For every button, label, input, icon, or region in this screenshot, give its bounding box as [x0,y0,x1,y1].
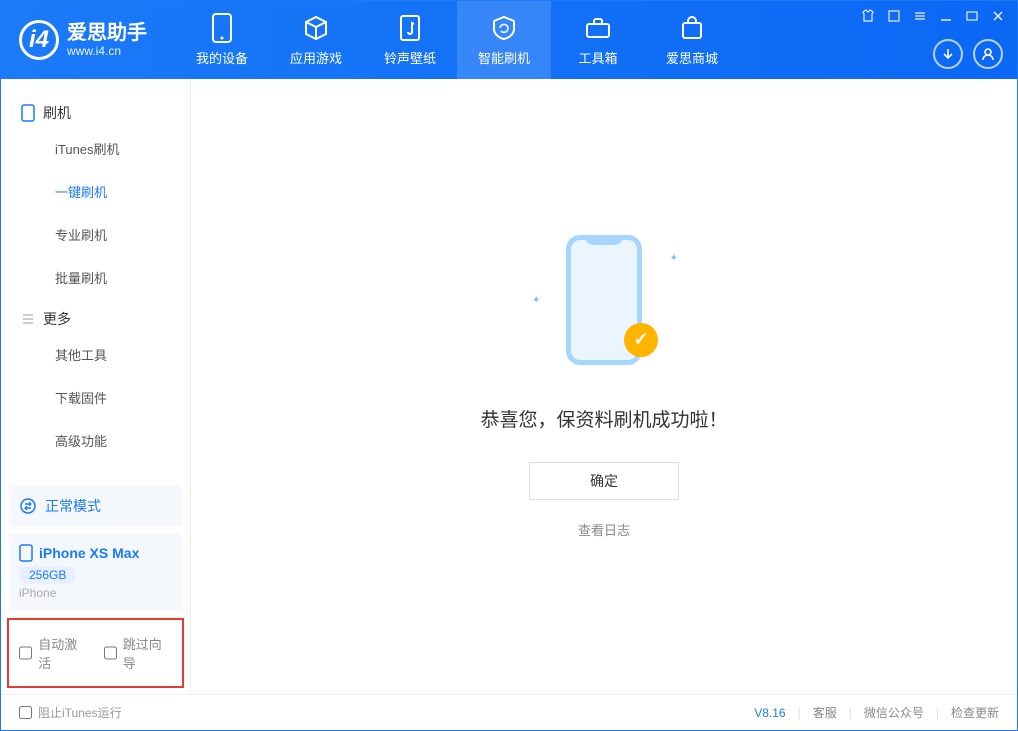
nav-smart-flash[interactable]: 智能刷机 [457,1,551,79]
shield-refresh-icon [490,14,518,42]
checkbox-input[interactable] [19,706,32,719]
nav-label: 爱思商城 [666,48,718,67]
device-icon [208,14,236,42]
app-name-en: www.i4.cn [67,44,147,58]
sidebar-group-more: 更多 [1,299,190,333]
brackets-icon[interactable] [885,7,903,25]
shirt-icon[interactable] [859,7,877,25]
separator: | [936,706,939,720]
nav-label: 工具箱 [578,48,617,67]
logo-text: 爱思助手 www.i4.cn [67,22,147,58]
sidebar-item-download-firmware[interactable]: 下载固件 [1,376,190,419]
ok-button[interactable]: 确定 [529,462,679,500]
mode-indicator[interactable]: 正常模式 [9,486,182,526]
status-bar: 阻止iTunes运行 V8.16 | 客服 | 微信公众号 | 检查更新 [1,694,1017,730]
separator: | [849,706,852,720]
logo-icon: i4 [19,20,59,60]
checkbox-input[interactable] [104,646,117,660]
download-button[interactable] [933,39,963,69]
header-actions [933,39,1003,69]
nav-label: 铃声壁纸 [384,48,436,67]
checkbox-label: 跳过向导 [123,634,172,672]
nav-apps-games[interactable]: 应用游戏 [269,1,363,79]
cube-icon [302,14,330,42]
user-button[interactable] [973,39,1003,69]
swap-icon [19,497,37,515]
window-controls [859,7,1007,25]
phone-icon [21,104,35,122]
nav-label: 智能刷机 [478,48,530,67]
device-type: iPhone [19,586,172,600]
app-logo: i4 爱思助手 www.i4.cn [1,20,165,60]
device-name: iPhone XS Max [39,545,139,561]
main-nav: 我的设备 应用游戏 铃声壁纸 智能刷机 工具箱 [175,1,739,79]
toolbox-icon [584,14,612,42]
maximize-icon[interactable] [963,7,981,25]
nav-ringtones-wallpapers[interactable]: 铃声壁纸 [363,1,457,79]
checkbox-label: 阻止iTunes运行 [38,704,122,721]
nav-toolbox[interactable]: 工具箱 [551,1,645,79]
checkbox-label: 自动激活 [38,634,87,672]
close-icon[interactable] [989,7,1007,25]
device-card[interactable]: iPhone XS Max 256GB iPhone [9,534,182,610]
nav-my-device[interactable]: 我的设备 [175,1,269,79]
sparkle-icon: ✦ [532,295,540,306]
wechat-link[interactable]: 微信公众号 [864,704,924,721]
nav-store[interactable]: 爱思商城 [645,1,739,79]
view-log-link[interactable]: 查看日志 [578,520,630,539]
check-update-link[interactable]: 检查更新 [951,704,999,721]
music-file-icon [396,14,424,42]
main-content: ✦ ✦ ✓ 恭喜您，保资料刷机成功啦！ 确定 查看日志 [191,79,1017,694]
nav-label: 应用游戏 [290,48,342,67]
bag-icon [678,14,706,42]
success-illustration: ✦ ✦ ✓ [554,235,654,375]
sidebar-item-itunes-flash[interactable]: iTunes刷机 [1,127,190,170]
version-label: V8.16 [754,706,785,720]
device-capacity: 256GB [19,566,76,584]
separator: | [798,706,801,720]
sidebar-item-oneclick-flash[interactable]: 一键刷机 [1,170,190,213]
sidebar-item-other-tools[interactable]: 其他工具 [1,333,190,376]
highlighted-options: 自动激活 跳过向导 [7,618,184,688]
app-body: 刷机 iTunes刷机 一键刷机 专业刷机 批量刷机 更多 其他工具 下载固件 … [1,79,1017,694]
mode-label: 正常模式 [45,496,101,516]
sidebar: 刷机 iTunes刷机 一键刷机 专业刷机 批量刷机 更多 其他工具 下载固件 … [1,79,191,694]
sidebar-group-flash: 刷机 [1,93,190,127]
skip-guide-checkbox[interactable]: 跳过向导 [104,634,173,672]
check-icon: ✓ [624,323,658,357]
phone-icon [19,544,33,562]
app-name-cn: 爱思助手 [67,22,147,44]
checkbox-input[interactable] [19,646,32,660]
group-label: 刷机 [43,103,71,123]
nav-label: 我的设备 [196,48,248,67]
sidebar-item-batch-flash[interactable]: 批量刷机 [1,256,190,299]
auto-activate-checkbox[interactable]: 自动激活 [19,634,88,672]
title-bar: i4 爱思助手 www.i4.cn 我的设备 应用游戏 铃声壁纸 [1,1,1017,79]
block-itunes-checkbox[interactable]: 阻止iTunes运行 [19,704,122,721]
sidebar-item-advanced[interactable]: 高级功能 [1,419,190,462]
support-link[interactable]: 客服 [813,704,837,721]
sidebar-item-pro-flash[interactable]: 专业刷机 [1,213,190,256]
sparkle-icon: ✦ [670,253,678,264]
success-message: 恭喜您，保资料刷机成功啦！ [480,405,727,432]
group-label: 更多 [43,309,71,329]
minimize-icon[interactable] [937,7,955,25]
list-icon [21,312,35,326]
menu-icon[interactable] [911,7,929,25]
